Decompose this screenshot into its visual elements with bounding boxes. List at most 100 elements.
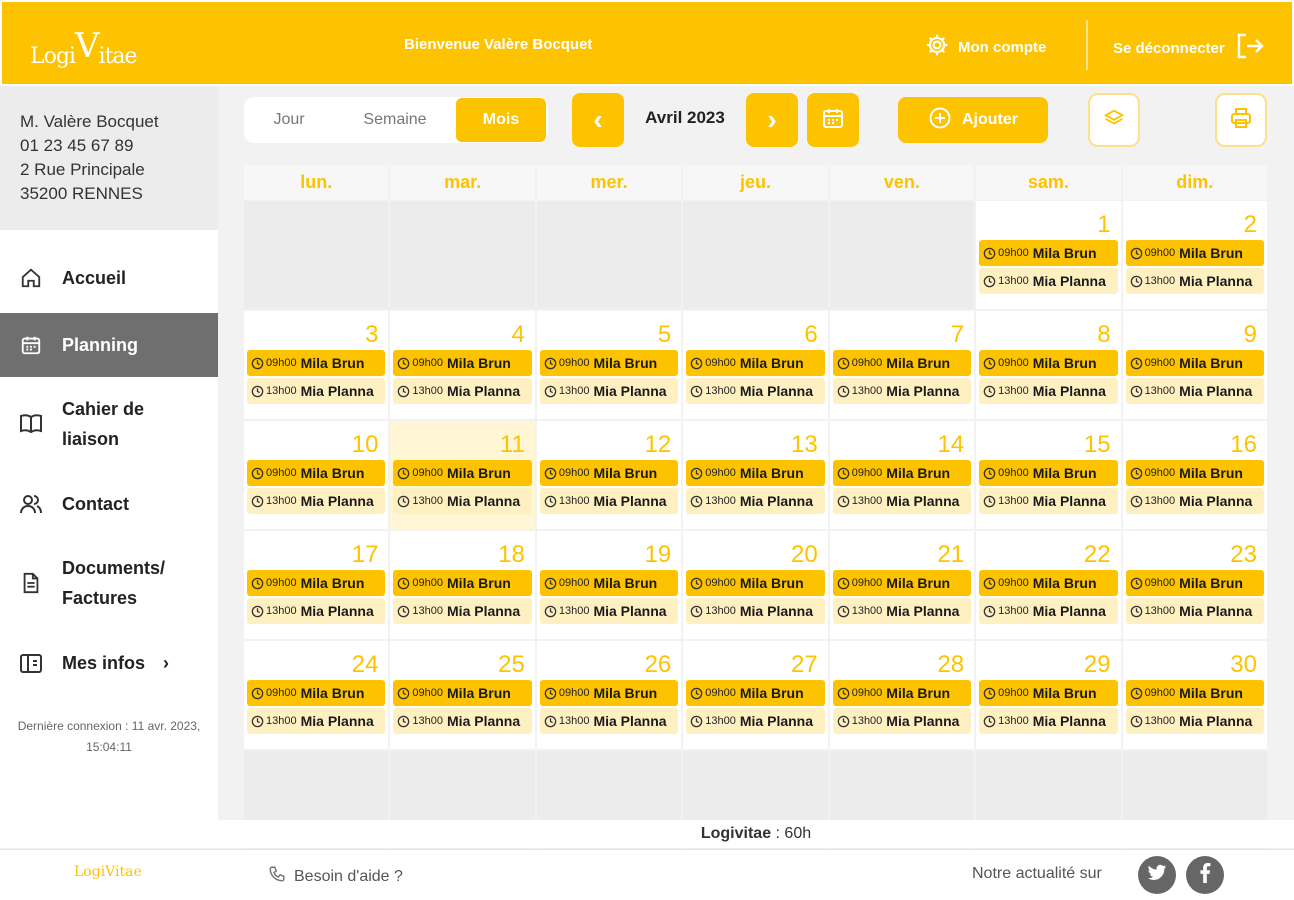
sidebar-item-infos[interactable]: Mes infos ›: [0, 631, 218, 695]
calendar-day-cell[interactable]: 24 09h00 Mila Brun 13h00 Mia Planna: [244, 641, 389, 749]
calendar-day-cell[interactable]: 5 09h00 Mila Brun 13h00 Mia Planna: [536, 311, 682, 419]
logo[interactable]: LogiVitae: [30, 26, 138, 72]
calendar-event[interactable]: 13h00 Mia Planna: [832, 708, 972, 734]
layers-button[interactable]: [1088, 93, 1140, 147]
calendar-day-cell[interactable]: 16 09h00 Mila Brun 13h00 Mia Planna: [1122, 421, 1267, 529]
calendar-event[interactable]: 09h00 Mila Brun: [832, 570, 972, 596]
calendar-event[interactable]: 09h00 Mila Brun: [539, 350, 679, 376]
calendar-event[interactable]: 09h00 Mila Brun: [247, 680, 386, 706]
calendar-day-cell[interactable]: 15 09h00 Mila Brun 13h00 Mia Planna: [976, 421, 1121, 529]
calendar-event[interactable]: 09h00 Mila Brun: [539, 680, 679, 706]
calendar-event[interactable]: 09h00 Mila Brun: [979, 350, 1118, 376]
calendar-event[interactable]: 13h00 Mia Planna: [979, 708, 1118, 734]
sidebar-item-documents[interactable]: Documents/Factures: [0, 551, 218, 615]
calendar-event[interactable]: 13h00 Mia Planna: [979, 268, 1118, 294]
calendar-event[interactable]: 13h00 Mia Planna: [1125, 378, 1264, 404]
calendar-event[interactable]: 09h00 Mila Brun: [1125, 570, 1264, 596]
calendar-event[interactable]: 13h00 Mia Planna: [979, 488, 1118, 514]
tab-day[interactable]: Jour: [244, 98, 334, 142]
calendar-day-cell[interactable]: 1 09h00 Mila Brun 13h00 Mia Planna: [976, 201, 1121, 309]
calendar-day-cell[interactable]: 11 09h00 Mila Brun 13h00 Mia Planna: [390, 421, 535, 529]
calendar-event[interactable]: 13h00 Mia Planna: [539, 598, 679, 624]
calendar-event[interactable]: 09h00 Mila Brun: [1125, 240, 1264, 266]
calendar-event[interactable]: 13h00 Mia Planna: [247, 378, 386, 404]
calendar-day-cell[interactable]: 7 09h00 Mila Brun 13h00 Mia Planna: [829, 311, 975, 419]
account-button[interactable]: Mon compte: [924, 32, 1046, 62]
calendar-day-cell[interactable]: 21 09h00 Mila Brun 13h00 Mia Planna: [829, 531, 975, 639]
calendar-event[interactable]: 09h00 Mila Brun: [539, 460, 679, 486]
calendar-event[interactable]: 13h00 Mia Planna: [1125, 598, 1264, 624]
calendar-event[interactable]: 09h00 Mila Brun: [686, 680, 825, 706]
calendar-event[interactable]: 13h00 Mia Planna: [247, 708, 386, 734]
tab-month[interactable]: Mois: [456, 98, 546, 142]
calendar-day-cell[interactable]: 20 09h00 Mila Brun 13h00 Mia Planna: [683, 531, 828, 639]
calendar-day-cell[interactable]: 12 09h00 Mila Brun 13h00 Mia Planna: [536, 421, 682, 529]
calendar-event[interactable]: 13h00 Mia Planna: [686, 488, 825, 514]
calendar-day-cell[interactable]: 9 09h00 Mila Brun 13h00 Mia Planna: [1122, 311, 1267, 419]
calendar-event[interactable]: 13h00 Mia Planna: [686, 708, 825, 734]
calendar-event[interactable]: 13h00 Mia Planna: [393, 488, 532, 514]
calendar-event[interactable]: 13h00 Mia Planna: [832, 598, 972, 624]
prev-month-button[interactable]: ‹: [572, 93, 624, 147]
calendar-event[interactable]: 09h00 Mila Brun: [832, 350, 972, 376]
calendar-event[interactable]: 09h00 Mila Brun: [539, 570, 679, 596]
calendar-event[interactable]: 09h00 Mila Brun: [1125, 680, 1264, 706]
calendar-event[interactable]: 09h00 Mila Brun: [832, 460, 972, 486]
calendar-day-cell[interactable]: 10 09h00 Mila Brun 13h00 Mia Planna: [244, 421, 389, 529]
calendar-day-cell[interactable]: 18 09h00 Mila Brun 13h00 Mia Planna: [390, 531, 535, 639]
calendar-event[interactable]: 13h00 Mia Planna: [686, 598, 825, 624]
sidebar-item-home[interactable]: Accueil: [0, 246, 218, 310]
calendar-day-cell[interactable]: 30 09h00 Mila Brun 13h00 Mia Planna: [1122, 641, 1267, 749]
tab-week[interactable]: Semaine: [334, 98, 456, 142]
calendar-event[interactable]: 13h00 Mia Planna: [832, 378, 972, 404]
print-button[interactable]: [1215, 93, 1267, 147]
calendar-event[interactable]: 13h00 Mia Planna: [247, 488, 386, 514]
calendar-event[interactable]: 13h00 Mia Planna: [247, 598, 386, 624]
calendar-event[interactable]: 09h00 Mila Brun: [686, 460, 825, 486]
calendar-day-cell[interactable]: 3 09h00 Mila Brun 13h00 Mia Planna: [244, 311, 389, 419]
calendar-day-cell[interactable]: 4 09h00 Mila Brun 13h00 Mia Planna: [390, 311, 535, 419]
calendar-event[interactable]: 09h00 Mila Brun: [979, 460, 1118, 486]
calendar-day-cell[interactable]: 23 09h00 Mila Brun 13h00 Mia Planna: [1122, 531, 1267, 639]
calendar-event[interactable]: 13h00 Mia Planna: [393, 708, 532, 734]
calendar-event[interactable]: 09h00 Mila Brun: [979, 680, 1118, 706]
calendar-event[interactable]: 13h00 Mia Planna: [979, 378, 1118, 404]
calendar-event[interactable]: 09h00 Mila Brun: [979, 240, 1118, 266]
calendar-event[interactable]: 09h00 Mila Brun: [393, 460, 532, 486]
sidebar-item-contact[interactable]: Contact: [0, 472, 218, 536]
calendar-day-cell[interactable]: 6 09h00 Mila Brun 13h00 Mia Planna: [683, 311, 828, 419]
calendar-event[interactable]: 13h00 Mia Planna: [1125, 708, 1264, 734]
help-link[interactable]: Besoin d'aide ?: [268, 865, 403, 888]
calendar-event[interactable]: 13h00 Mia Planna: [1125, 488, 1264, 514]
calendar-day-cell[interactable]: 28 09h00 Mila Brun 13h00 Mia Planna: [829, 641, 975, 749]
calendar-event[interactable]: 09h00 Mila Brun: [1125, 460, 1264, 486]
sidebar-item-liaison[interactable]: Cahier de liaison: [0, 392, 218, 456]
calendar-event[interactable]: 13h00 Mia Planna: [686, 378, 825, 404]
calendar-day-cell[interactable]: 8 09h00 Mila Brun 13h00 Mia Planna: [976, 311, 1121, 419]
facebook-button[interactable]: [1186, 856, 1224, 894]
calendar-event[interactable]: 09h00 Mila Brun: [686, 570, 825, 596]
add-button[interactable]: Ajouter: [898, 97, 1048, 143]
calendar-event[interactable]: 09h00 Mila Brun: [832, 680, 972, 706]
calendar-event[interactable]: 09h00 Mila Brun: [979, 570, 1118, 596]
twitter-button[interactable]: [1138, 856, 1176, 894]
calendar-day-cell[interactable]: 26 09h00 Mila Brun 13h00 Mia Planna: [536, 641, 682, 749]
logout-button[interactable]: Se déconnecter: [1113, 32, 1265, 64]
calendar-day-cell[interactable]: 17 09h00 Mila Brun 13h00 Mia Planna: [244, 531, 389, 639]
date-picker-button[interactable]: [807, 93, 859, 147]
calendar-event[interactable]: 09h00 Mila Brun: [247, 570, 386, 596]
calendar-event[interactable]: 13h00 Mia Planna: [832, 488, 972, 514]
calendar-event[interactable]: 09h00 Mila Brun: [686, 350, 825, 376]
calendar-day-cell[interactable]: 14 09h00 Mila Brun 13h00 Mia Planna: [829, 421, 975, 529]
calendar-day-cell[interactable]: 13 09h00 Mila Brun 13h00 Mia Planna: [683, 421, 828, 529]
calendar-event[interactable]: 13h00 Mia Planna: [1125, 268, 1264, 294]
calendar-event[interactable]: 13h00 Mia Planna: [979, 598, 1118, 624]
calendar-day-cell[interactable]: 19 09h00 Mila Brun 13h00 Mia Planna: [536, 531, 682, 639]
sidebar-item-planning[interactable]: Planning: [0, 313, 218, 377]
calendar-event[interactable]: 09h00 Mila Brun: [1125, 350, 1264, 376]
calendar-event[interactable]: 09h00 Mila Brun: [247, 350, 386, 376]
calendar-event[interactable]: 13h00 Mia Planna: [539, 488, 679, 514]
calendar-event[interactable]: 13h00 Mia Planna: [393, 598, 532, 624]
calendar-day-cell[interactable]: 2 09h00 Mila Brun 13h00 Mia Planna: [1122, 201, 1267, 309]
calendar-event[interactable]: 09h00 Mila Brun: [247, 460, 386, 486]
